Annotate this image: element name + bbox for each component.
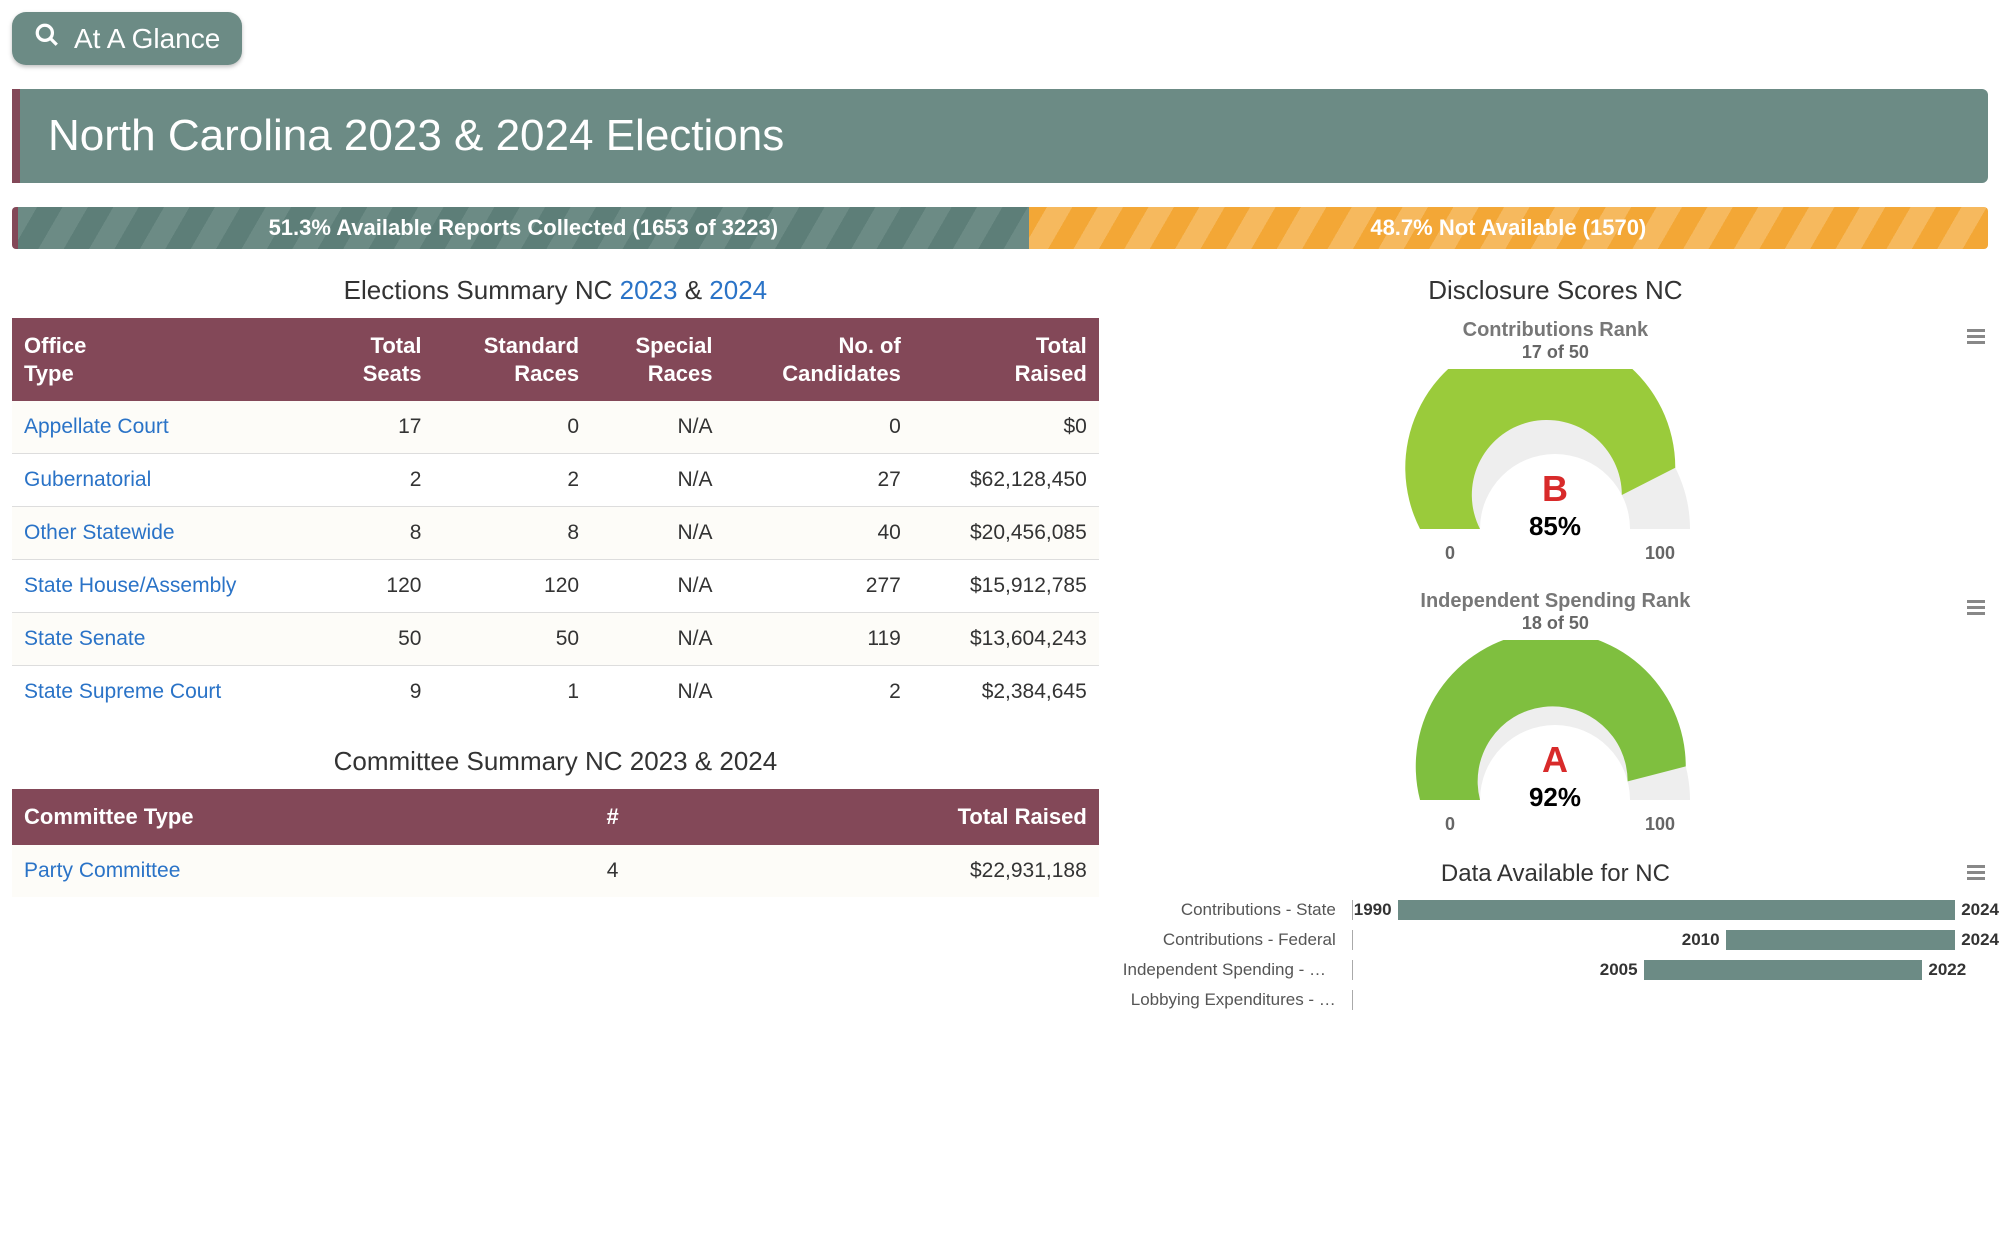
timeline-bar — [1726, 930, 1956, 950]
reports-progress-bar: 51.3% Available Reports Collected (1653 … — [12, 207, 1988, 249]
elections-summary-table: Office Type Total Seats Standard Races S… — [12, 318, 1099, 718]
timeline-label: Lobbying Expenditures - … — [1123, 990, 1353, 1010]
gauge-menu-spending[interactable] — [1964, 595, 1988, 624]
svg-text:0: 0 — [1445, 543, 1455, 563]
col-office-type: Office Type — [12, 318, 324, 401]
office-link[interactable]: State Senate — [24, 627, 145, 650]
table-row: State House/Assembly120120N/A277$15,912,… — [12, 560, 1099, 613]
timeline-bar — [1398, 900, 1956, 920]
col-committee-count: # — [561, 789, 664, 845]
independent-spending-gauge: Independent Spending Rank 18 of 50 A92%0… — [1123, 589, 1988, 840]
table-row: Other Statewide88N/A40$20,456,085 — [12, 507, 1099, 560]
svg-text:0: 0 — [1445, 814, 1455, 834]
svg-text:100: 100 — [1645, 814, 1675, 834]
contributions-gauge: Contributions Rank 17 of 50 B85%0100 — [1123, 318, 1988, 569]
timeline-label: Contributions - Federal — [1123, 930, 1353, 950]
col-committee-raised: Total Raised — [664, 789, 1099, 845]
search-icon — [34, 22, 74, 55]
col-total-seats: Total Seats — [324, 318, 433, 401]
elections-summary-heading: Elections Summary NC 2023 & 2024 — [12, 275, 1099, 306]
office-link[interactable]: State Supreme Court — [24, 680, 221, 703]
col-candidates: No. of Candidates — [725, 318, 913, 401]
office-link[interactable]: Appellate Court — [24, 415, 169, 438]
timeline-row: Lobbying Expenditures - … — [1123, 988, 1988, 1012]
office-link[interactable]: Other Statewide — [24, 521, 175, 544]
svg-text:92%: 92% — [1529, 782, 1581, 812]
year-link-2024[interactable]: 2024 — [709, 275, 767, 305]
svg-text:85%: 85% — [1529, 511, 1581, 541]
year-link-2023[interactable]: 2023 — [620, 275, 678, 305]
page-title: North Carolina 2023 & 2024 Elections — [12, 89, 1988, 183]
timeline-label: Contributions - State — [1123, 900, 1353, 920]
timeline-row: Independent Spending - S…20052022 — [1123, 958, 1988, 982]
committee-link[interactable]: Party Committee — [24, 859, 180, 882]
at-a-glance-label: At A Glance — [74, 23, 220, 55]
timeline-row: Contributions - Federal20102024 — [1123, 928, 1988, 952]
progress-collected: 51.3% Available Reports Collected (1653 … — [18, 207, 1029, 249]
progress-not-available: 48.7% Not Available (1570) — [1029, 207, 1988, 249]
table-row: Appellate Court170N/A0$0 — [12, 401, 1099, 454]
data-available-heading: Data Available for NC — [1123, 860, 1988, 888]
svg-text:B: B — [1542, 468, 1568, 509]
col-committee-type: Committee Type — [12, 789, 561, 845]
timeline-row: Contributions - State19902024 — [1123, 898, 1988, 922]
data-available-menu[interactable] — [1964, 860, 1988, 891]
svg-text:100: 100 — [1645, 543, 1675, 563]
timeline-bar — [1644, 960, 1923, 980]
timeline-label: Independent Spending - S… — [1123, 960, 1353, 980]
gauge-menu-contributions[interactable] — [1964, 324, 1988, 353]
table-row: State Senate5050N/A119$13,604,243 — [12, 613, 1099, 666]
gauge-contributions-svg: B85% 0 100 — [1385, 369, 1725, 569]
table-row: State Supreme Court91N/A2$2,384,645 — [12, 666, 1099, 719]
svg-text:A: A — [1542, 739, 1568, 780]
at-a-glance-button[interactable]: At A Glance — [12, 12, 242, 65]
col-total-raised: Total Raised — [913, 318, 1099, 401]
office-link[interactable]: State House/Assembly — [24, 574, 236, 597]
committee-summary-table: Committee Type # Total Raised Party Comm… — [12, 789, 1099, 897]
gauge-spending-svg: A92% 0 100 — [1385, 640, 1725, 840]
table-row: Gubernatorial22N/A27$62,128,450 — [12, 454, 1099, 507]
committee-summary-heading: Committee Summary NC 2023 & 2024 — [12, 746, 1099, 777]
office-link[interactable]: Gubernatorial — [24, 468, 151, 491]
disclosure-scores-heading: Disclosure Scores NC — [1123, 275, 1988, 306]
col-special-races: Special Races — [591, 318, 724, 401]
col-standard-races: Standard Races — [433, 318, 591, 401]
data-available-timeline: Contributions - State19902024Contributio… — [1123, 898, 1988, 1012]
table-row: Party Committee4$22,931,188 — [12, 845, 1099, 897]
